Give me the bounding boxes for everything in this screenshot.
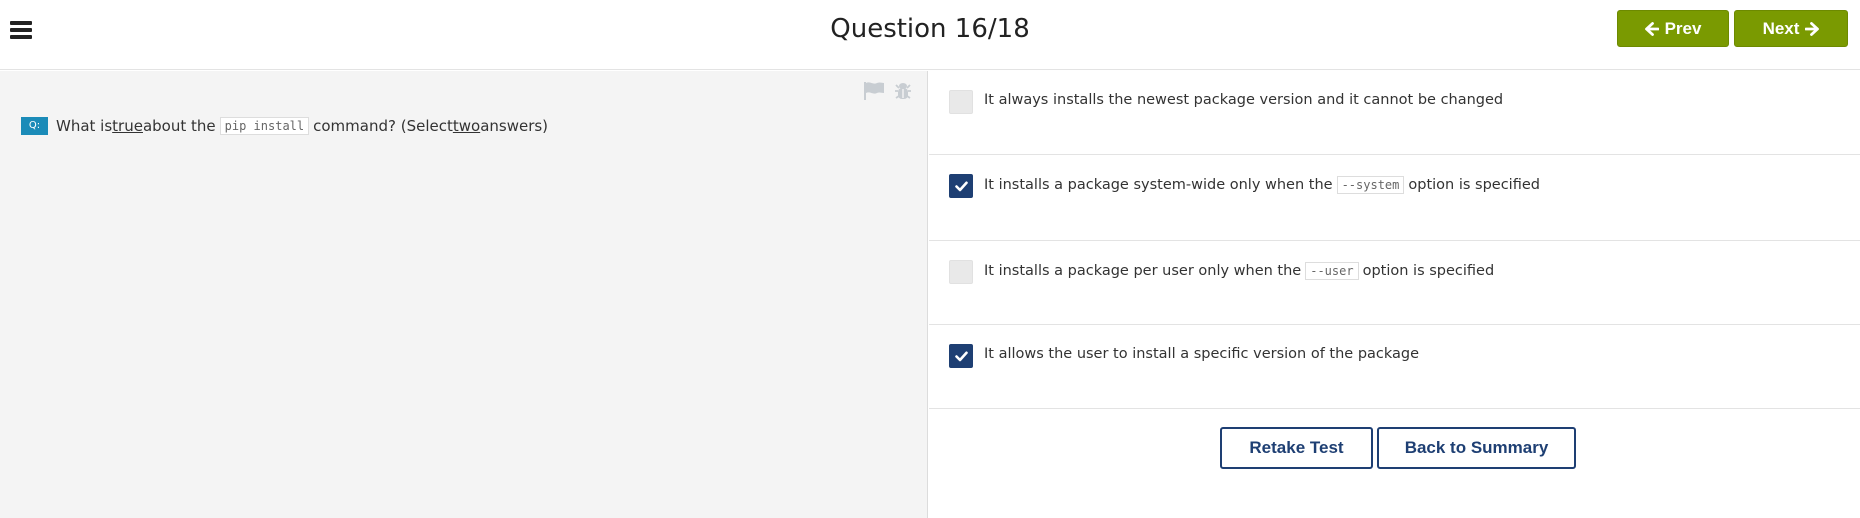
answer-option[interactable]: It allows the user to install a specific… — [929, 325, 1860, 409]
top-bar: Question 16/18 Prev Next — [0, 0, 1860, 70]
bug-icon[interactable] — [893, 81, 913, 101]
answer-text: It always installs the newest package ve… — [984, 92, 1503, 108]
answer-text-part: It allows the user to install a specific… — [984, 346, 1420, 362]
answer-text: It installs a package per user only when… — [984, 262, 1494, 280]
question-code: pip install — [219, 117, 310, 135]
checkmark-icon — [955, 351, 968, 362]
prev-label: Prev — [1664, 18, 1702, 38]
next-label: Next — [1762, 18, 1800, 38]
answer-checkbox[interactable] — [949, 90, 973, 114]
question-panel: Q: What is true about the pip install co… — [0, 71, 928, 518]
question-text: Q: What is true about the pip install co… — [21, 117, 548, 135]
question-part: command? (Select — [313, 117, 453, 135]
answer-text-part: It always installs the newest package ve… — [984, 92, 1504, 108]
answer-text: It allows the user to install a specific… — [984, 346, 1419, 362]
checkmark-icon — [955, 181, 968, 192]
answer-text-part: option is specified — [1362, 263, 1495, 279]
answer-code: --user — [1305, 262, 1359, 280]
answer-option[interactable]: It installs a package per user only when… — [929, 241, 1860, 325]
question-badge: Q: — [21, 117, 48, 135]
question-part: answers) — [480, 117, 549, 135]
answer-checkbox[interactable] — [949, 260, 973, 284]
question-part: about the — [142, 117, 216, 135]
arrow-left-icon — [1644, 21, 1659, 36]
answer-checkbox[interactable] — [949, 344, 973, 368]
back-to-summary-button[interactable]: Back to Summary — [1377, 427, 1576, 469]
page-title: Question 16/18 — [830, 14, 1030, 44]
prev-button[interactable]: Prev — [1617, 10, 1729, 47]
question-emphasis: two — [452, 117, 481, 135]
answer-text-part: option is specified — [1408, 177, 1540, 193]
answer-checkbox[interactable] — [949, 174, 973, 198]
answer-code: --system — [1336, 176, 1405, 194]
retake-test-button[interactable]: Retake Test — [1220, 427, 1373, 469]
answer-text-part: It installs a package per user only when… — [984, 263, 1302, 279]
next-button[interactable]: Next — [1734, 10, 1848, 47]
answer-option[interactable]: It always installs the newest package ve… — [929, 71, 1860, 155]
answer-list: It always installs the newest package ve… — [929, 71, 1860, 409]
flag-icon[interactable] — [863, 81, 885, 101]
question-part: What is — [56, 117, 113, 135]
arrow-right-icon — [1805, 21, 1820, 36]
answer-text-part: It installs a package system-wide only w… — [984, 177, 1333, 193]
answer-option[interactable]: It installs a package system-wide only w… — [929, 155, 1860, 241]
answer-text: It installs a package system-wide only w… — [984, 176, 1540, 194]
question-emphasis: true — [112, 117, 143, 135]
